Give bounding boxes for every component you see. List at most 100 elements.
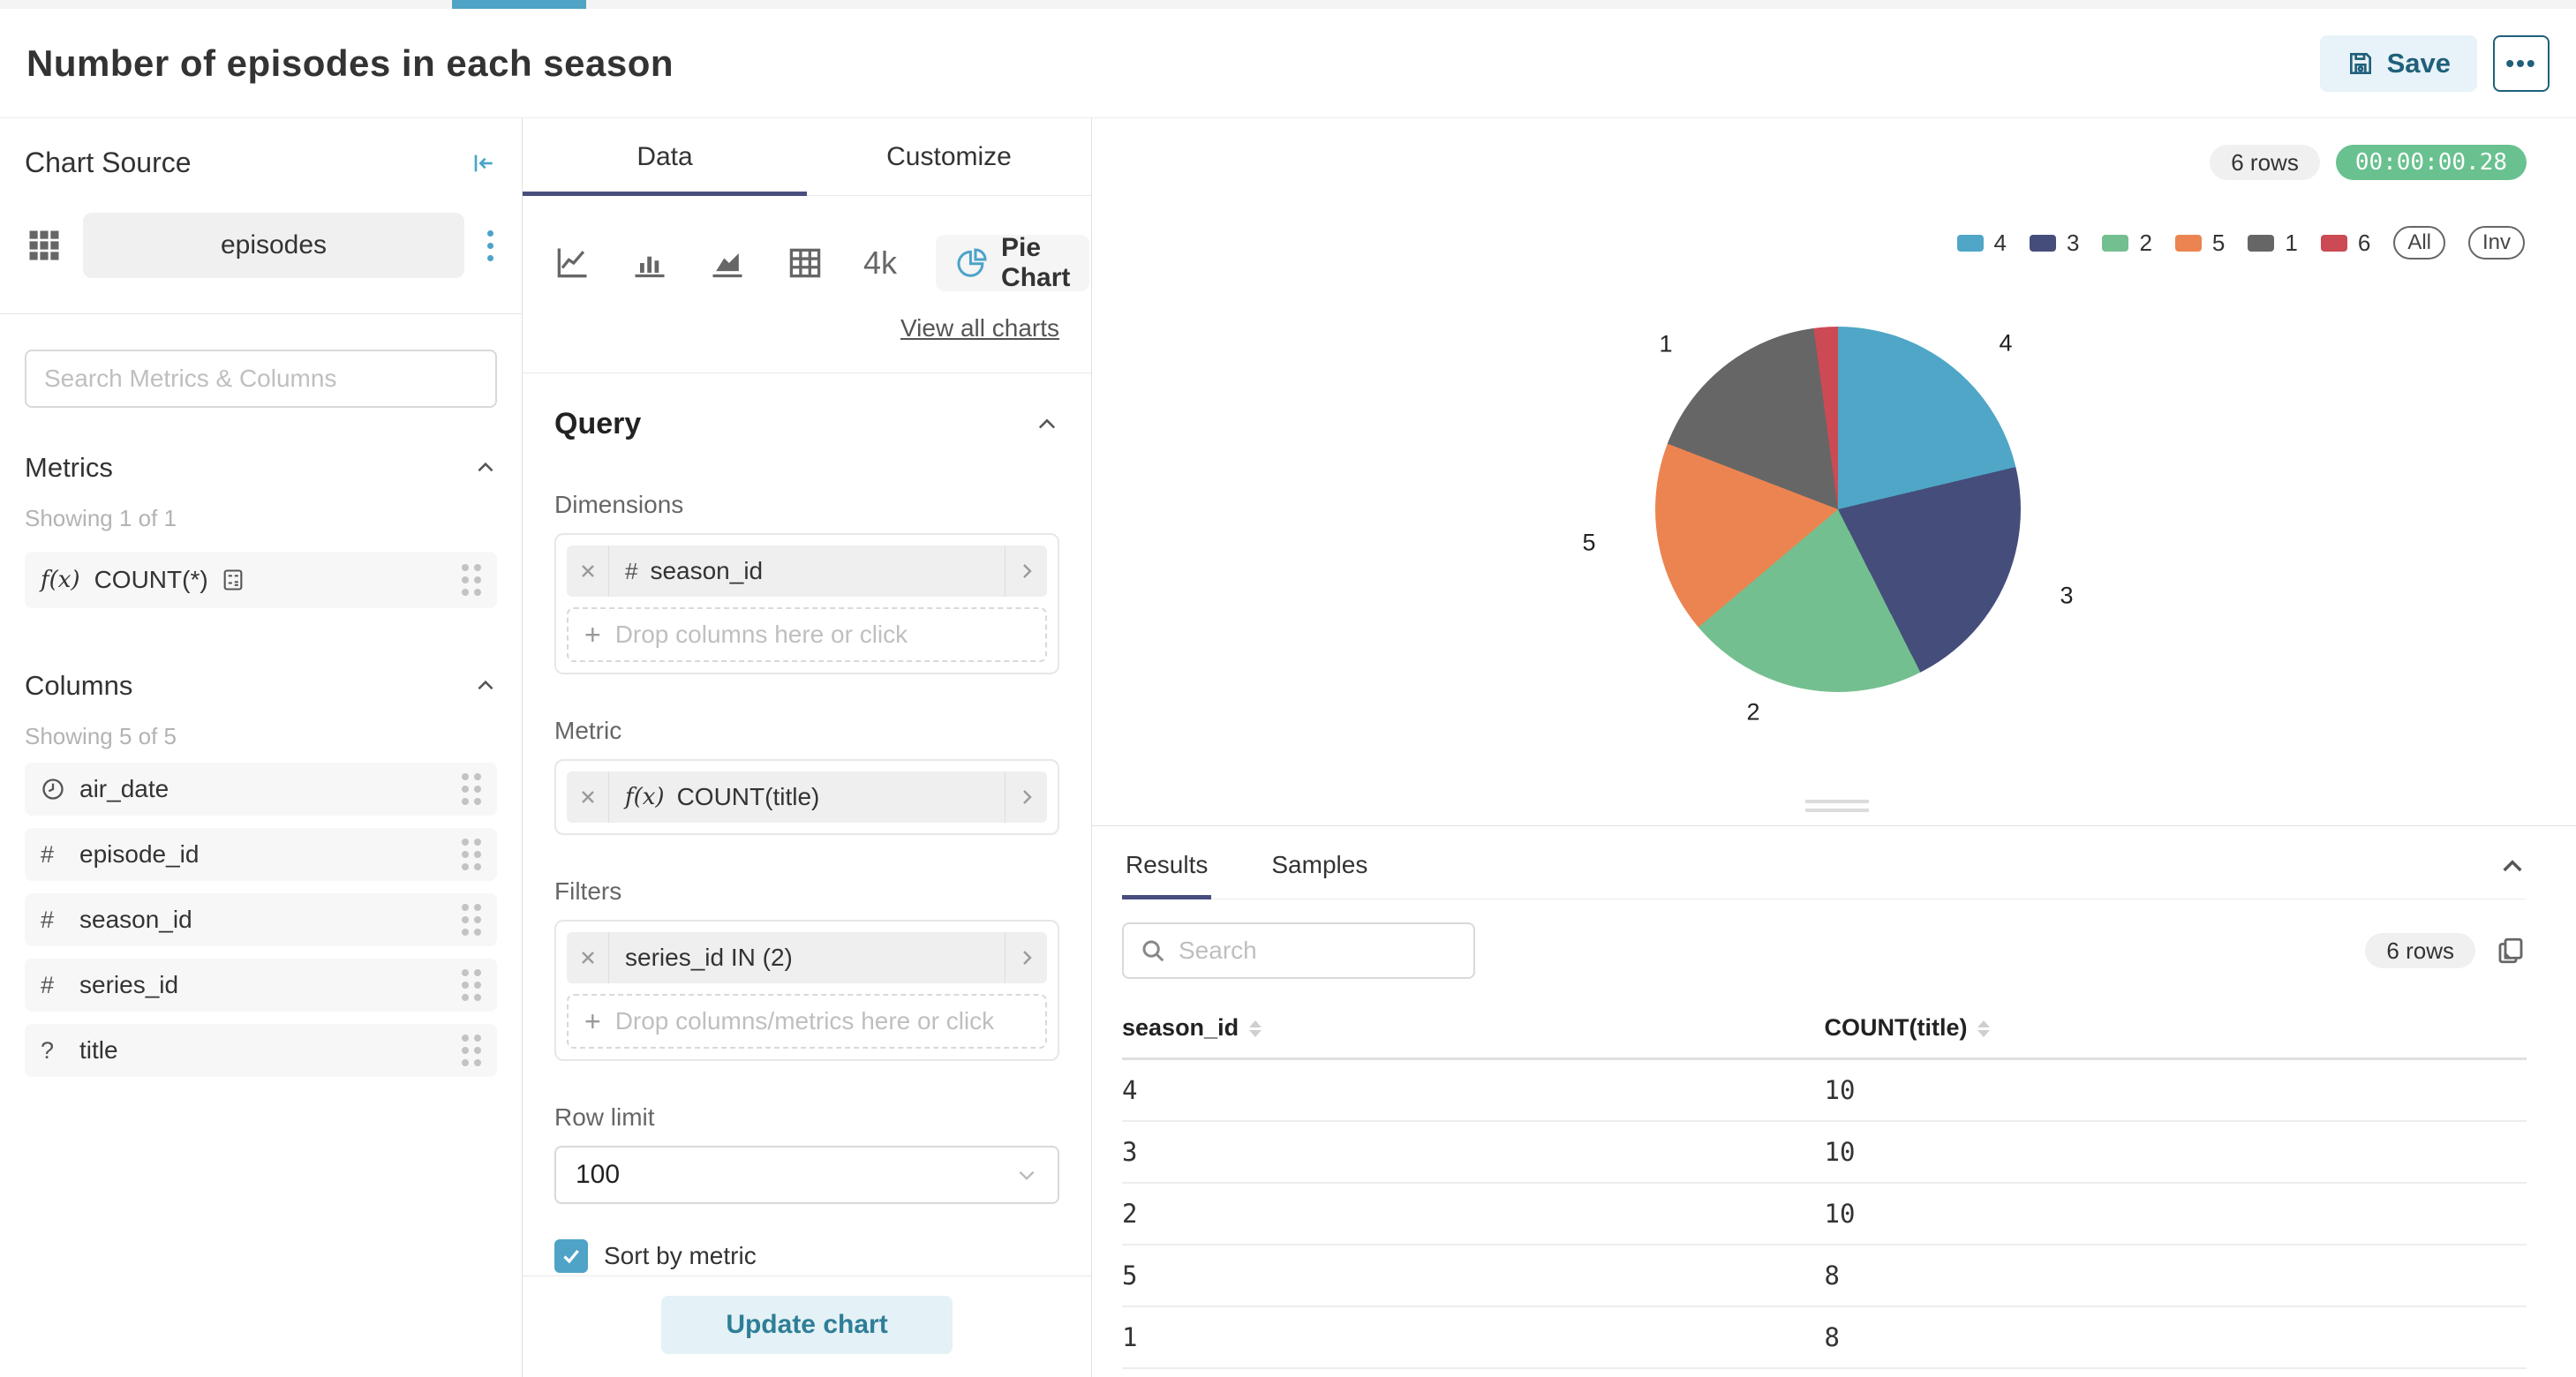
- chart-area: 6 rows 00:00:00.28 432516 All Inv 4 3 2 …: [1092, 118, 2576, 1377]
- dimensions-dropzone[interactable]: + Drop columns here or click: [567, 607, 1047, 662]
- hash-icon: #: [625, 558, 637, 585]
- pie-chart[interactable]: [1655, 327, 2021, 692]
- sort-icon[interactable]: [1977, 1020, 1990, 1037]
- line-chart-icon[interactable]: [553, 244, 591, 282]
- slice-label-5: 5: [1582, 530, 1595, 557]
- column-item-air-date[interactable]: air_date: [25, 763, 497, 816]
- filters-control: series_id IN (2) + Drop columns/metrics …: [554, 920, 1059, 1061]
- table-row[interactable]: 18: [1122, 1306, 2527, 1368]
- drag-handle-icon[interactable]: [462, 564, 481, 596]
- tab-samples[interactable]: Samples: [1268, 826, 1371, 899]
- filters-dropzone-label: Drop columns/metrics here or click: [615, 1007, 994, 1035]
- hash-icon: #: [41, 907, 79, 934]
- table-row[interactable]: 310: [1122, 1121, 2527, 1183]
- pie-chart-icon: [955, 246, 989, 280]
- column-item-label: season_id: [79, 906, 192, 934]
- chevron-up-icon[interactable]: [1035, 412, 1059, 437]
- legend-item[interactable]: 2: [2102, 230, 2151, 257]
- legend-item[interactable]: 1: [2248, 230, 2297, 257]
- chevron-down-icon: [1015, 1163, 1038, 1186]
- row-limit-select[interactable]: 100: [554, 1146, 1059, 1204]
- results-search[interactable]: [1122, 922, 1475, 979]
- sort-by-metric-checkbox[interactable]: [554, 1239, 588, 1273]
- chevron-right-icon[interactable]: [1005, 546, 1047, 597]
- legend-item[interactable]: 3: [2030, 230, 2079, 257]
- panel-resize-handle[interactable]: [1805, 800, 1869, 812]
- legend-item[interactable]: 5: [2175, 230, 2225, 257]
- tab-results[interactable]: Results: [1122, 826, 1211, 899]
- collapse-results-chevron-icon[interactable]: [2498, 853, 2527, 881]
- metrics-section-header[interactable]: Metrics: [25, 452, 497, 484]
- query-section: Query Dimensions # season_id: [523, 373, 1091, 1275]
- metric-list-item[interactable]: f(x) COUNT(*): [25, 552, 497, 608]
- area-chart-icon[interactable]: [708, 244, 747, 282]
- legend-all-button[interactable]: All: [2393, 226, 2445, 260]
- table-row[interactable]: 61: [1122, 1368, 2527, 1377]
- columns-section-header[interactable]: Columns: [25, 670, 497, 702]
- table-cell: 10: [1825, 1121, 2527, 1183]
- column-header-count-title[interactable]: COUNT(title): [1825, 1002, 2527, 1059]
- results-table-body: 410310210581861: [1122, 1059, 2527, 1377]
- remove-icon[interactable]: [567, 771, 609, 823]
- slice-label-1: 1: [1659, 331, 1672, 358]
- search-icon: [1140, 937, 1166, 964]
- pie-legend: 43 2516 All Inv: [1957, 226, 2526, 260]
- table-chart-icon[interactable]: [786, 244, 825, 282]
- metric-pill-count-title[interactable]: f(x) COUNT(title): [567, 771, 1047, 823]
- chevron-right-icon[interactable]: [1005, 932, 1047, 983]
- collapse-panel-icon[interactable]: [469, 149, 497, 177]
- big-number-chart-icon[interactable]: 4k: [863, 245, 897, 282]
- legend-inv-button[interactable]: Inv: [2468, 226, 2525, 260]
- dataset-selector[interactable]: episodes: [83, 213, 464, 278]
- dimension-pill-season-id[interactable]: # season_id: [567, 546, 1047, 597]
- drag-handle-icon[interactable]: [462, 969, 481, 1001]
- table-row[interactable]: 210: [1122, 1183, 2527, 1245]
- drag-handle-icon[interactable]: [462, 1035, 481, 1066]
- filter-pill-series-id[interactable]: series_id IN (2): [567, 932, 1047, 983]
- table-row[interactable]: 58: [1122, 1245, 2527, 1306]
- chevron-right-icon[interactable]: [1005, 771, 1047, 823]
- legend-item[interactable]: 6: [2321, 230, 2370, 257]
- question-icon: ?: [41, 1037, 79, 1065]
- tab-customize[interactable]: Customize: [807, 118, 1091, 195]
- legend-swatch: [2248, 235, 2274, 252]
- drag-handle-icon[interactable]: [462, 773, 481, 805]
- column-item-season-id[interactable]: # season_id: [25, 893, 497, 946]
- column-item-episode-id[interactable]: # episode_id: [25, 828, 497, 881]
- column-item-title[interactable]: ? title: [25, 1024, 497, 1077]
- viz-type-row: 4k Pie Chart: [523, 235, 1091, 291]
- drag-handle-icon[interactable]: [462, 839, 481, 870]
- filters-dropzone[interactable]: + Drop columns/metrics here or click: [567, 994, 1047, 1049]
- sort-icon[interactable]: [1249, 1020, 1262, 1037]
- chevron-up-icon[interactable]: [474, 674, 497, 697]
- metrics-columns-search[interactable]: [25, 350, 497, 408]
- slice-label-4: 4: [1999, 330, 2012, 357]
- view-all-charts-link[interactable]: View all charts: [900, 314, 1059, 342]
- update-chart-button[interactable]: Update chart: [661, 1296, 953, 1354]
- remove-icon[interactable]: [567, 932, 609, 983]
- save-icon: [2346, 49, 2375, 78]
- remove-icon[interactable]: [567, 546, 609, 597]
- table-cell: 1: [1122, 1306, 1825, 1368]
- selected-viz-pie-chart[interactable]: Pie Chart: [936, 235, 1089, 291]
- column-item-series-id[interactable]: # series_id: [25, 959, 497, 1012]
- bar-chart-icon[interactable]: [630, 244, 669, 282]
- dataset-options-kebab-icon[interactable]: [484, 227, 497, 265]
- chevron-up-icon[interactable]: [474, 456, 497, 479]
- search-input[interactable]: [44, 365, 478, 393]
- tab-data[interactable]: Data: [523, 118, 807, 195]
- legend-label: 2: [2139, 230, 2151, 257]
- top-progress-strip: [0, 0, 2576, 9]
- calculator-icon: [221, 568, 245, 592]
- table-row[interactable]: 410: [1122, 1059, 2527, 1122]
- drag-handle-icon[interactable]: [462, 904, 481, 936]
- results-toolbar: 6 rows: [1122, 922, 2527, 979]
- results-search-input[interactable]: [1179, 937, 1457, 965]
- chart-badges: 6 rows 00:00:00.28: [2210, 145, 2527, 180]
- more-options-button[interactable]: •••: [2493, 35, 2550, 92]
- legend-item[interactable]: 4: [1957, 230, 2007, 257]
- column-header-season-id[interactable]: season_id: [1122, 1002, 1825, 1059]
- copy-icon[interactable]: [2495, 935, 2527, 967]
- explore-page: Number of episodes in each season Save •…: [0, 0, 2576, 1377]
- save-button[interactable]: Save: [2320, 35, 2477, 92]
